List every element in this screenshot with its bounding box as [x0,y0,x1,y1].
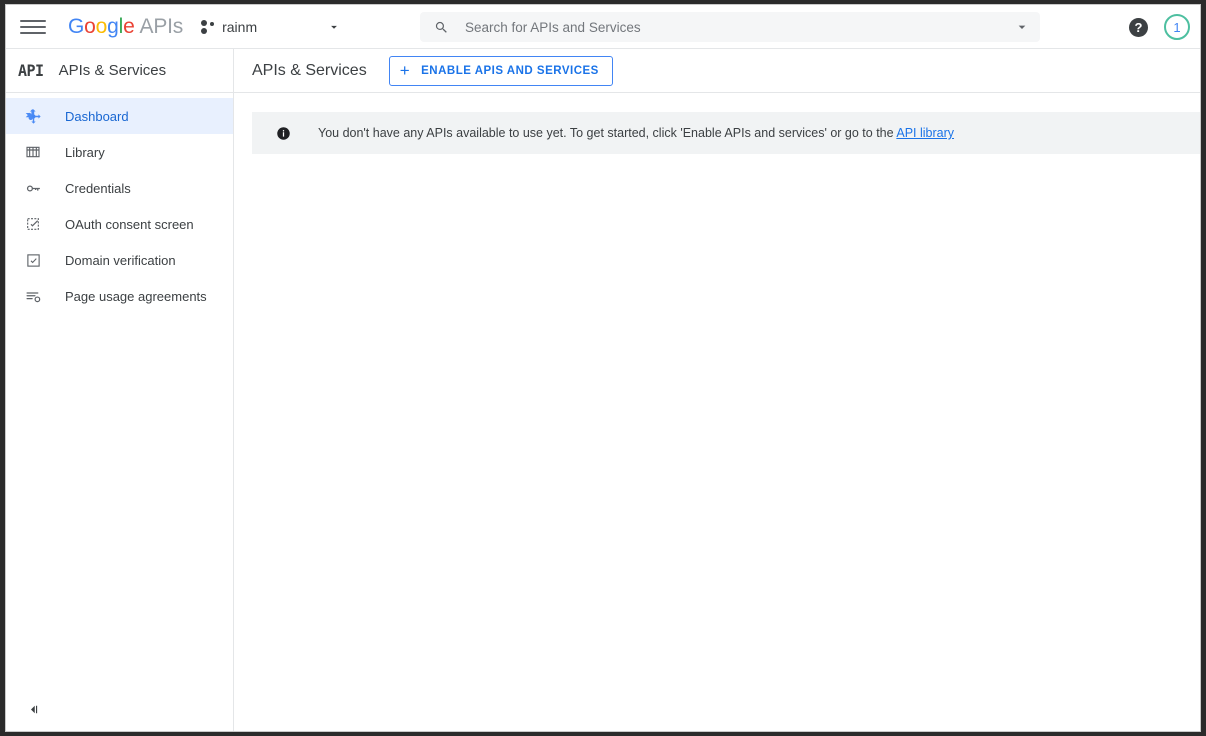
search-bar[interactable] [420,12,1040,42]
api-library-link[interactable]: API library [896,126,954,140]
sidebar-item-dashboard[interactable]: Dashboard [6,98,233,134]
brand-product-label: APIs [140,15,184,39]
consent-screen-icon [23,214,43,234]
main-header: APIs & Services + ENABLE APIS AND SERVIC… [234,49,1200,93]
sidebar: API APIs & Services Dashboard [6,49,234,731]
main-body: You don't have any APIs available to use… [234,93,1200,731]
dashboard-icon [23,106,43,126]
page-title: APIs & Services [252,62,367,80]
search-icon [434,20,449,35]
chevron-down-icon-project[interactable] [327,20,341,34]
google-logo: Google [68,15,135,39]
enable-apis-and-services-button[interactable]: + ENABLE APIS AND SERVICES [389,56,613,86]
api-logo: API [18,61,44,80]
plus-icon: + [400,62,410,79]
browser-window: Google APIs rainm [5,4,1201,732]
sidebar-item-label: Dashboard [65,109,129,124]
enable-button-label: ENABLE APIS AND SERVICES [421,65,599,77]
sidebar-item-label: Page usage agreements [65,289,207,304]
hamburger-menu-icon[interactable] [20,14,46,40]
key-icon [23,178,43,198]
info-icon [276,126,291,141]
search-input[interactable] [465,20,1014,35]
page-usage-agreements-icon [23,286,43,306]
sidebar-header: API APIs & Services [6,49,233,93]
sidebar-item-label: Library [65,145,105,160]
info-banner-text: You don't have any APIs available to use… [318,126,954,140]
project-name-label: rainm [222,19,257,35]
page-body: API APIs & Services Dashboard [6,49,1200,731]
domain-verification-icon [23,250,43,270]
sidebar-item-credentials[interactable]: Credentials [6,170,233,206]
info-banner: You don't have any APIs available to use… [252,112,1200,154]
topbar-right-actions: ? 1 [1129,5,1190,49]
sidebar-item-label: Credentials [65,181,131,196]
sidebar-item-page-usage-agreements[interactable]: Page usage agreements [6,278,233,314]
sidebar-item-label: Domain verification [65,253,176,268]
library-icon [23,142,43,162]
avatar[interactable]: 1 [1164,14,1190,40]
sidebar-item-label: OAuth consent screen [65,217,194,232]
top-navigation-bar: Google APIs rainm [6,5,1200,49]
info-banner-message: You don't have any APIs available to use… [318,126,896,140]
project-selector[interactable]: rainm [201,19,257,35]
sidebar-item-oauth-consent-screen[interactable]: OAuth consent screen [6,206,233,242]
help-icon[interactable]: ? [1129,18,1148,37]
chevron-down-icon-search[interactable] [1014,19,1030,35]
sidebar-menu: Dashboard Library [6,93,233,314]
project-dots-icon [201,20,215,34]
sidebar-title: APIs & Services [59,62,167,79]
main-content: APIs & Services + ENABLE APIS AND SERVIC… [234,49,1200,731]
collapse-sidebar-icon[interactable] [26,702,41,717]
brand-logo[interactable]: Google APIs [68,15,183,39]
sidebar-item-library[interactable]: Library [6,134,233,170]
sidebar-item-domain-verification[interactable]: Domain verification [6,242,233,278]
